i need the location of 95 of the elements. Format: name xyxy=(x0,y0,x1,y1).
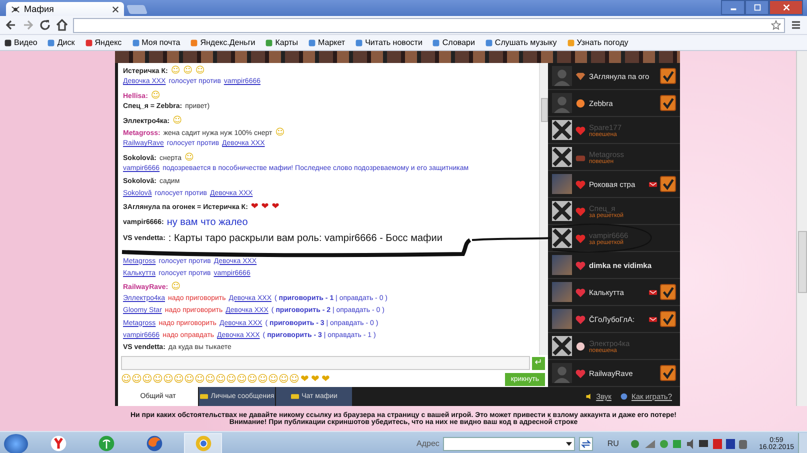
vote-checkbox[interactable] xyxy=(660,311,676,327)
bookmark[interactable]: Яндекс xyxy=(84,38,122,47)
emoticon: ☺ xyxy=(171,282,181,292)
emoticon: ☺ xyxy=(275,128,285,138)
back-icon[interactable] xyxy=(5,19,17,31)
photo-placeholder xyxy=(552,174,572,194)
heart-icon xyxy=(575,260,586,270)
emoticon: ☺ ☺ ☺ xyxy=(170,66,205,76)
bookmark[interactable]: Словари xyxy=(432,38,475,47)
silhouette-avatar-icon xyxy=(552,363,572,383)
go-button[interactable] xyxy=(579,436,594,450)
emoticon: ☺ xyxy=(172,116,182,126)
vote-checkbox[interactable] xyxy=(660,68,676,84)
vote-checkbox[interactable] xyxy=(660,95,676,111)
heart-icon xyxy=(575,368,586,378)
envelope-icon[interactable] xyxy=(649,182,657,186)
bookmark-icon xyxy=(308,38,316,46)
go-arrows-icon xyxy=(580,438,592,450)
bookmark[interactable]: Карты xyxy=(265,38,298,47)
taskbar-app-button[interactable] xyxy=(184,432,222,453)
scrollbar[interactable] xyxy=(539,63,548,355)
bookmark-icon xyxy=(484,38,493,46)
bookmark[interactable]: Маркет xyxy=(308,38,346,47)
envelope-icon xyxy=(200,393,208,400)
bookmark-icon xyxy=(355,38,364,46)
address-field[interactable] xyxy=(73,18,785,32)
address-toolbar-field[interactable] xyxy=(443,436,576,450)
bookmark[interactable]: Видео xyxy=(4,38,38,47)
heart-icon xyxy=(575,206,586,216)
home-icon[interactable] xyxy=(56,19,68,31)
close-window-button[interactable] xyxy=(769,0,803,15)
emoticon: ☺ xyxy=(150,90,160,101)
envelope-icon xyxy=(290,393,299,400)
bookmark-icon xyxy=(265,38,274,46)
vote-checkbox[interactable] xyxy=(660,365,676,381)
crossed-avatar-icon xyxy=(552,147,572,167)
system-tray-icons[interactable] xyxy=(628,438,749,450)
chat-message: ну вам что жалео xyxy=(166,217,248,228)
heart-icon xyxy=(575,124,586,136)
bookmark[interactable]: Узнать погоду xyxy=(566,38,628,47)
heart-icon xyxy=(575,314,586,324)
minimize-button[interactable] xyxy=(721,0,745,15)
close-icon[interactable] xyxy=(112,6,119,12)
browser-tab[interactable]: Мафия xyxy=(6,2,124,16)
heart-icon xyxy=(575,178,586,190)
crossed-avatar-icon xyxy=(552,228,572,248)
bookmark[interactable]: Слушать музыку xyxy=(484,38,557,47)
emoticon: ❤ ❤ ❤ xyxy=(250,202,280,212)
antenna-icon xyxy=(98,435,114,452)
close-icon xyxy=(782,3,790,12)
heart-icon xyxy=(575,232,586,244)
bookmark-icon xyxy=(432,38,440,46)
globe-icon xyxy=(620,393,628,400)
page-scrollbar[interactable] xyxy=(796,51,807,406)
bookmark[interactable]: Читать новости xyxy=(355,38,422,47)
speaker-icon xyxy=(585,393,594,400)
start-button[interactable] xyxy=(4,434,28,453)
vote-checkbox[interactable] xyxy=(660,284,676,300)
bookmark[interactable]: Диск xyxy=(47,38,75,47)
photo-placeholder xyxy=(552,309,572,329)
gem-icon xyxy=(575,70,586,82)
y-letter-icon xyxy=(50,435,66,452)
reload-icon[interactable] xyxy=(39,19,51,31)
chat-message: : Карты таро раскрыли вам роль: vampir6666 - Босс мафии xyxy=(168,233,442,244)
menu-icon[interactable] xyxy=(790,19,802,31)
bookmark[interactable]: Яндекс.Деньги xyxy=(190,38,256,47)
star-icon[interactable] xyxy=(771,20,781,30)
maximize-button[interactable] xyxy=(745,0,769,15)
emoticon: ☺ xyxy=(184,152,194,163)
crossed-avatar-icon xyxy=(552,336,572,356)
bookmark-icon xyxy=(4,38,12,46)
bookmark-icon xyxy=(84,38,93,46)
silhouette-avatar-icon xyxy=(552,66,572,86)
chrome-icon xyxy=(194,435,212,452)
bookmark-icon xyxy=(47,38,56,46)
dropdown-arrow-icon xyxy=(566,442,572,446)
restore-icon xyxy=(752,3,762,12)
bookmark-icon xyxy=(190,38,198,46)
spider-icon xyxy=(11,4,20,14)
bookmark[interactable]: Моя почта xyxy=(132,38,180,47)
heart-icon xyxy=(575,286,586,298)
envelope-icon[interactable] xyxy=(649,316,657,322)
address-label: Адрес xyxy=(416,439,440,448)
crossed-avatar-icon xyxy=(552,201,572,221)
bookmark-icon xyxy=(566,38,575,46)
silhouette-avatar-icon xyxy=(552,93,572,113)
message-input[interactable] xyxy=(121,356,530,370)
photo-placeholder xyxy=(552,282,572,302)
crossed-avatar-icon xyxy=(552,120,572,140)
vote-checkbox[interactable] xyxy=(660,176,676,192)
photo-placeholder xyxy=(552,255,572,275)
envelope-icon[interactable] xyxy=(649,290,657,294)
fox-globe-icon xyxy=(146,435,162,452)
language-indicator[interactable]: RU xyxy=(607,439,619,448)
bookmark-icon xyxy=(132,38,140,46)
